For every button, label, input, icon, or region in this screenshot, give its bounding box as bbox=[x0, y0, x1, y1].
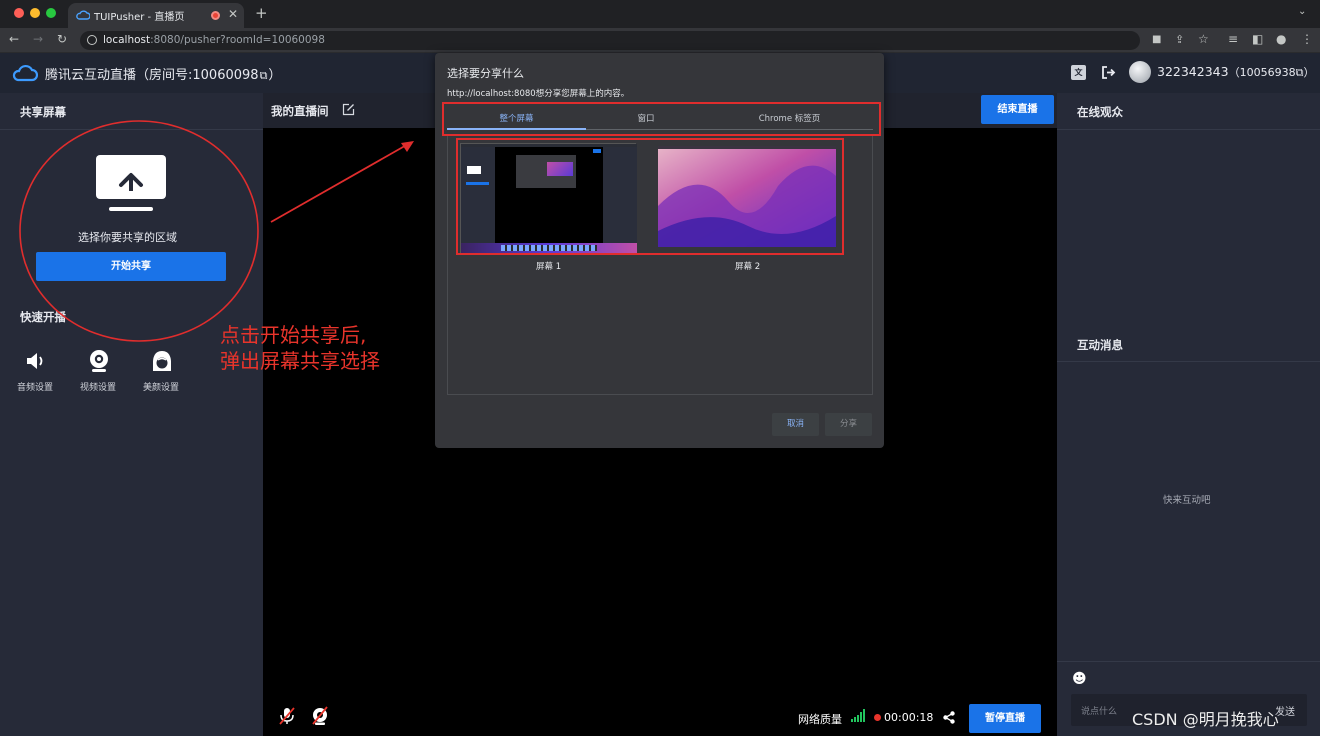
room-title: 我的直播间 bbox=[271, 104, 329, 118]
webcam-icon bbox=[90, 350, 108, 372]
avatar[interactable] bbox=[1129, 61, 1151, 83]
recording-dot-icon bbox=[874, 714, 881, 721]
mic-muted-icon[interactable] bbox=[278, 706, 296, 726]
divider bbox=[1057, 361, 1320, 362]
beauty-settings-label: 美颜设置 bbox=[143, 383, 180, 393]
page-title: 腾讯云互动直播（房间号:10060098⧉） bbox=[45, 68, 282, 83]
share-page-icon[interactable]: ⇪ bbox=[1175, 33, 1184, 46]
site-info-icon[interactable] bbox=[87, 35, 97, 45]
user-room-id: （10056938⧉） bbox=[1228, 66, 1315, 79]
profile-icon[interactable]: ● bbox=[1276, 32, 1286, 46]
beauty-settings-button[interactable]: 美颜设置 bbox=[142, 348, 184, 393]
speaker-icon bbox=[27, 353, 43, 369]
user-id: 322342343 bbox=[1157, 64, 1229, 79]
dialog-cancel-button[interactable]: 取消 bbox=[772, 413, 819, 436]
camera-in-use-icon[interactable]: ■ bbox=[1152, 34, 1161, 45]
annotation-arrow-icon bbox=[270, 141, 414, 223]
divider bbox=[1057, 661, 1320, 662]
cloud-icon bbox=[76, 10, 90, 20]
camera-muted-icon[interactable] bbox=[311, 706, 329, 726]
audio-settings-button[interactable]: 音频设置 bbox=[16, 348, 58, 393]
watermark: CSDN @明月挽我心 bbox=[1132, 710, 1279, 729]
screen-1-label: 屏幕 1 bbox=[536, 262, 562, 272]
audience-title: 在线观众 bbox=[1077, 105, 1123, 119]
annotation-tabs-box bbox=[442, 102, 881, 136]
address-bar[interactable]: localhost:8080/pusher?roomId=10060098 ■ … bbox=[80, 31, 1209, 50]
reading-list-icon[interactable]: ≡ bbox=[1228, 32, 1238, 46]
reload-icon[interactable]: ↻ bbox=[57, 32, 67, 46]
url-text: localhost:8080/pusher?roomId=10060098 bbox=[103, 34, 325, 46]
audio-settings-label: 音频设置 bbox=[17, 383, 54, 393]
copy-room-id-icon[interactable]: ⧉ bbox=[260, 69, 268, 82]
annotation-screens-box bbox=[456, 138, 844, 255]
message-input-placeholder: 说点什么 bbox=[1081, 707, 1118, 717]
dialog-share-button[interactable]: 分享 bbox=[825, 413, 872, 436]
close-window-button[interactable] bbox=[14, 8, 24, 18]
emoji-icon[interactable]: ☻ bbox=[1072, 671, 1087, 687]
forward-icon[interactable]: → bbox=[33, 32, 43, 46]
annotation-text: 点击开始共享后, 弹出屏幕共享选择 bbox=[220, 322, 380, 374]
tab-search-icon[interactable]: ⌄ bbox=[1298, 6, 1306, 17]
user-info: 322342343（10056938⧉） bbox=[1157, 64, 1314, 80]
browser-tabstrip: TUIPusher - 直播页 ✕ + ⌄ bbox=[0, 0, 1320, 28]
annotation-line-2: 弹出屏幕共享选择 bbox=[220, 349, 380, 373]
live-timer: 00:00:18 bbox=[884, 711, 934, 724]
recording-indicator-icon bbox=[211, 11, 220, 20]
annotation-line-1: 点击开始共享后, bbox=[220, 323, 367, 347]
browser-toolbar: ← → ↻ localhost:8080/pusher?roomId=10060… bbox=[0, 28, 1320, 53]
network-quality-label: 网络质量 bbox=[798, 713, 842, 726]
video-settings-label: 视频设置 bbox=[80, 383, 117, 393]
back-icon[interactable]: ← bbox=[9, 32, 19, 46]
messages-title: 互动消息 bbox=[1077, 338, 1123, 352]
divider bbox=[1057, 129, 1320, 130]
browser-menu-icon[interactable]: ⋮ bbox=[1301, 32, 1313, 46]
right-panel: 在线观众 互动消息 快来互动吧 ☻ 说点什么 发送 bbox=[1057, 93, 1320, 736]
logout-icon[interactable] bbox=[1101, 65, 1116, 80]
bookmark-star-icon[interactable]: ☆ bbox=[1198, 32, 1209, 46]
pause-live-button[interactable]: 暂停直播 bbox=[969, 704, 1041, 733]
empty-messages-text: 快来互动吧 bbox=[1163, 495, 1211, 506]
zoom-window-button[interactable] bbox=[46, 8, 56, 18]
tencent-cloud-logo-icon bbox=[12, 64, 38, 82]
signal-strength-icon bbox=[851, 709, 865, 722]
language-switch-icon[interactable]: 文 bbox=[1071, 65, 1086, 80]
side-panel-icon[interactable]: ◧ bbox=[1252, 32, 1263, 46]
beauty-icon bbox=[153, 351, 171, 371]
end-live-button[interactable]: 结束直播 bbox=[981, 95, 1054, 124]
tab-title: TUIPusher - 直播页 bbox=[94, 12, 185, 23]
video-settings-button[interactable]: 视频设置 bbox=[79, 348, 121, 393]
new-tab-icon[interactable]: + bbox=[255, 4, 268, 22]
annotation-circle bbox=[19, 120, 259, 342]
close-tab-icon[interactable]: ✕ bbox=[228, 7, 238, 21]
browser-tab[interactable]: TUIPusher - 直播页 ✕ bbox=[68, 3, 244, 28]
screen-2-label: 屏幕 2 bbox=[735, 262, 761, 272]
dialog-title: 选择要分享什么 bbox=[447, 67, 524, 80]
minimize-window-button[interactable] bbox=[30, 8, 40, 18]
share-icon[interactable] bbox=[943, 711, 955, 724]
edit-icon[interactable] bbox=[342, 103, 355, 116]
dialog-subtitle: http://localhost:8080想分享您屏幕上的内容。 bbox=[447, 89, 630, 99]
